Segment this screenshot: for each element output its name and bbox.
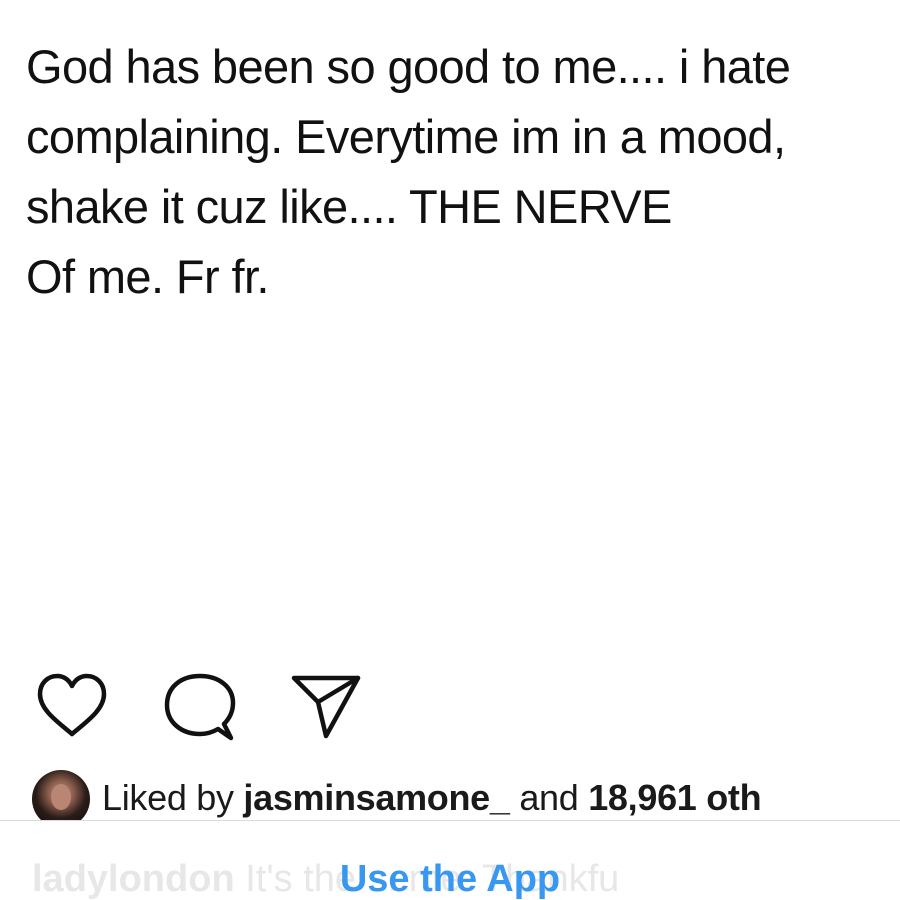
post-image-text: God has been so good to me.... i hate co… [26,32,900,312]
post-action-bar [0,672,900,742]
post-text-line: God has been so good to me.... i hate [26,40,791,93]
likes-middle: and [509,777,589,818]
liker-username[interactable]: jasminsamone_ [243,777,510,818]
speech-bubble-icon [164,673,236,741]
likes-text: Liked by jasminsamone_ and 18,961 oth [102,776,762,820]
use-app-button[interactable]: Use the App [0,857,900,900]
avatar[interactable] [32,770,90,822]
post-text-line: Of me. Fr fr. [26,250,269,303]
like-button[interactable] [36,672,108,742]
comment-button[interactable] [164,672,236,742]
post-text-line: complaining. Everytime im in a mood, [26,110,786,163]
app-banner: ladylondon It's the ... me. Thankfu Use … [0,820,900,900]
heart-icon [37,673,107,737]
instagram-post-page: God has been so good to me.... i hate co… [0,0,900,900]
likes-summary[interactable]: Liked by jasminsamone_ and 18,961 oth [32,770,900,822]
share-button[interactable] [290,672,362,742]
likes-count[interactable]: 18,961 oth [588,777,761,818]
paper-plane-icon [291,675,361,739]
post-text-line: shake it cuz like.... THE NERVE [26,180,672,233]
avatar-face [51,784,71,810]
likes-prefix: Liked by [102,777,244,818]
